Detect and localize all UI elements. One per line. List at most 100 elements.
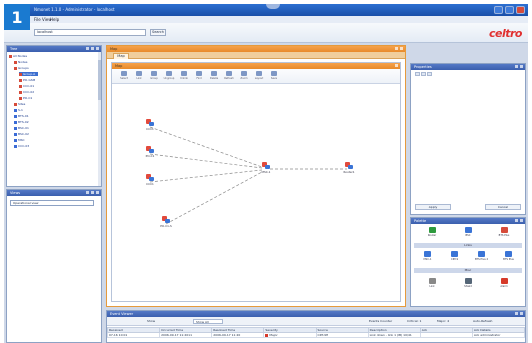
tab-map[interactable]: Map bbox=[113, 53, 129, 59]
tree-item[interactable]: BSC-01 bbox=[14, 126, 29, 130]
panel-close-icon[interactable] bbox=[96, 47, 99, 50]
tree-item[interactable]: All Nodes bbox=[9, 54, 27, 58]
panel-minimize-icon[interactable] bbox=[395, 47, 398, 50]
tree-item[interactable]: CCC-02 bbox=[19, 90, 34, 94]
panel-maximize-icon[interactable] bbox=[91, 47, 94, 50]
panel-close-icon[interactable] bbox=[96, 191, 99, 194]
panel-minimize-icon[interactable] bbox=[515, 219, 518, 222]
apply-button[interactable]: Apply bbox=[415, 204, 451, 210]
list-icon[interactable] bbox=[427, 72, 432, 76]
network-node-icon bbox=[146, 174, 154, 181]
topology-node-router[interactable]: Router1 bbox=[343, 162, 355, 176]
palette-item-label: Router bbox=[427, 234, 437, 237]
panel-minimize-icon[interactable] bbox=[515, 312, 518, 315]
folder-icon bbox=[14, 102, 17, 106]
panel-close-icon[interactable] bbox=[520, 65, 523, 68]
main-toolbar: localhost Search celtro bbox=[4, 23, 528, 43]
category-icon[interactable] bbox=[421, 72, 426, 76]
scrollbar-thumb[interactable] bbox=[98, 60, 101, 100]
topology-node[interactable]: CCC1 bbox=[144, 119, 156, 133]
panel-close-icon[interactable] bbox=[395, 64, 398, 67]
filter-select[interactable]: Show All bbox=[193, 319, 223, 324]
tree-item[interactable]: BTS-01 bbox=[14, 114, 29, 118]
sort-icon[interactable] bbox=[415, 72, 420, 76]
palette-item-label: BTS Plus bbox=[498, 234, 510, 237]
tree-item[interactable]: CCC-01 bbox=[19, 84, 34, 88]
close-icon[interactable] bbox=[516, 6, 525, 14]
palette-item[interactable]: Alarm bbox=[496, 278, 512, 288]
session-input[interactable]: localhost bbox=[34, 29, 146, 36]
cancel-button[interactable]: Cancel bbox=[485, 204, 521, 210]
map-tool-button[interactable]: Unlink bbox=[178, 71, 190, 83]
tree-item-label: BSC-01 bbox=[18, 126, 29, 130]
tree-item[interactable]: Group-A bbox=[19, 72, 39, 76]
tree-item[interactable]: Groups bbox=[14, 66, 29, 70]
views-select[interactable]: Operational view bbox=[10, 200, 94, 206]
network-node-icon bbox=[162, 216, 170, 223]
minimize-icon[interactable] bbox=[494, 6, 503, 14]
event-viewer-panel: Event Viewer Show Show All Events Counte… bbox=[106, 310, 526, 343]
tree-item[interactable]: BSC-02 bbox=[14, 132, 29, 136]
cell-text: CRT-9H bbox=[317, 333, 329, 337]
topology-canvas[interactable]: CCC1 PO-C1 CCC1 PO-C1-S MSC-1 Router1 bbox=[112, 84, 400, 301]
tree-item[interactable]: PO-C1 bbox=[19, 96, 32, 100]
table-row[interactable]: 07-16 10:01 2006-09-17 11:2011 2006-09-17 … bbox=[106, 332, 526, 338]
tree-item-label: MSC bbox=[18, 138, 25, 142]
panel-close-icon[interactable] bbox=[400, 47, 403, 50]
node-icon bbox=[14, 126, 17, 130]
map-tool-button[interactable]: Group bbox=[148, 71, 160, 83]
menu-help[interactable]: Help bbox=[50, 17, 59, 22]
device-icon bbox=[478, 251, 485, 257]
map-tool-button[interactable]: Layout bbox=[253, 71, 265, 83]
tree-item[interactable]: PO-GSM bbox=[19, 78, 35, 82]
map-tool-button[interactable]: Save bbox=[268, 71, 280, 83]
palette-item[interactable]: Router bbox=[424, 227, 440, 237]
search-button[interactable]: Search bbox=[150, 29, 166, 36]
palette-item[interactable]: Link bbox=[424, 278, 440, 288]
palette-item[interactable]: BTS Plus 2 bbox=[474, 251, 490, 261]
device-icon bbox=[500, 278, 508, 284]
topology-node[interactable]: CCC1 bbox=[144, 174, 156, 188]
panel-minimize-icon[interactable] bbox=[86, 191, 89, 194]
menu-file[interactable]: File bbox=[34, 17, 41, 22]
tool-label: Refresh bbox=[224, 77, 234, 80]
tree-item[interactable]: Sites bbox=[14, 102, 25, 106]
node-icon bbox=[14, 120, 17, 124]
tree-item[interactable]: CCC-03 bbox=[14, 144, 29, 148]
palette-item[interactable]: BSC bbox=[460, 227, 476, 237]
topology-node[interactable]: PO-C1 bbox=[144, 146, 156, 160]
palette-item[interactable]: BTS Plus bbox=[496, 227, 512, 237]
map-tool-button[interactable]: Find bbox=[193, 71, 205, 83]
tree-scrollbar[interactable] bbox=[98, 52, 101, 186]
palette-item[interactable]: BTS Plus bbox=[501, 251, 517, 261]
palette-item[interactable]: MSC-1 bbox=[420, 251, 436, 261]
panel-close-icon[interactable] bbox=[520, 312, 523, 315]
panel-minimize-icon[interactable] bbox=[515, 65, 518, 68]
map-tool-button[interactable]: Refresh bbox=[223, 71, 235, 83]
palette-item[interactable]: Shield bbox=[460, 278, 476, 288]
panel-close-icon[interactable] bbox=[520, 219, 523, 222]
map-tool-button[interactable]: Ungroup bbox=[163, 71, 175, 83]
map-tool-button[interactable]: Delete bbox=[208, 71, 220, 83]
titlebar-grip-icon[interactable] bbox=[266, 4, 280, 9]
events-table: Received Occurred Time Resolved Time Severi… bbox=[106, 327, 526, 338]
tool-icon bbox=[226, 71, 232, 76]
maximize-icon[interactable] bbox=[505, 6, 514, 14]
panel-minimize-icon[interactable] bbox=[86, 47, 89, 50]
auto-refresh-toggle[interactable]: Auto-Refresh bbox=[473, 319, 492, 324]
topology-node-hub[interactable]: MSC-1 bbox=[260, 162, 272, 176]
tree-item[interactable]: S-1 bbox=[14, 108, 23, 112]
network-node-icon bbox=[146, 119, 154, 126]
panel-maximize-icon[interactable] bbox=[91, 191, 94, 194]
map-tool-button[interactable]: Select bbox=[118, 71, 130, 83]
tree-item[interactable]: MSC bbox=[14, 138, 25, 142]
palette-item[interactable]: CRT-9 bbox=[447, 251, 463, 261]
map-tool-button[interactable]: Zoom bbox=[238, 71, 250, 83]
tool-label: Select bbox=[120, 77, 128, 80]
topology-node[interactable]: PO-C1-S bbox=[160, 216, 172, 230]
tool-icon bbox=[166, 71, 172, 76]
tree-item[interactable]: BTS-02 bbox=[14, 120, 29, 124]
map-tool-button[interactable]: Link bbox=[133, 71, 145, 83]
tree-item[interactable]: Nodes bbox=[14, 60, 27, 64]
tool-label: Delete bbox=[209, 77, 219, 80]
